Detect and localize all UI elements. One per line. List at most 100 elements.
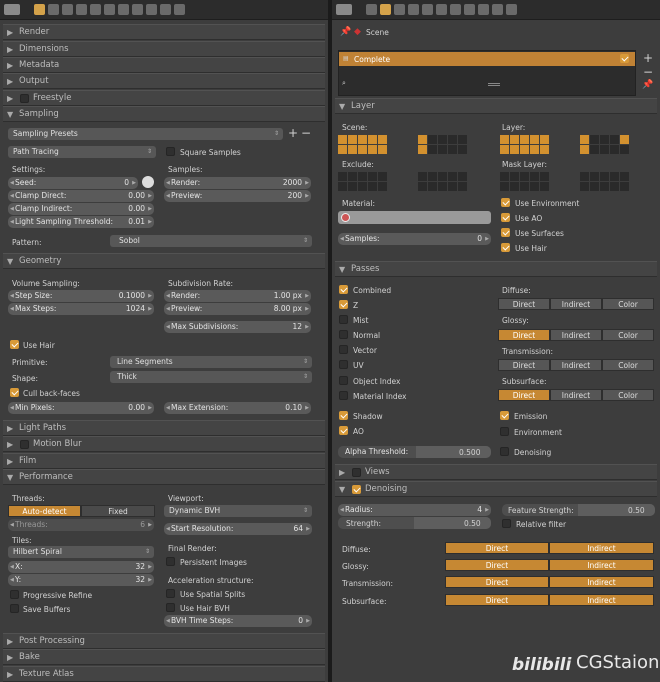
bvh-time-steps-field[interactable]: ◀ BVH Time Steps: 0 ▶ [164, 615, 312, 627]
texture-tab-icon[interactable] [160, 4, 171, 15]
object-tab-icon[interactable] [90, 4, 101, 15]
panel-freestyle[interactable]: ▶ Freestyle [3, 90, 325, 106]
threads-field[interactable]: ◀ Threads: 6 ▶ [8, 519, 154, 531]
render-layer-enable-checkbox[interactable] [620, 54, 629, 63]
panel-dimensions[interactable]: ▶ Dimensions [3, 41, 325, 57]
animate-seed-icon[interactable] [142, 176, 154, 188]
use-environment-checkbox[interactable] [501, 198, 510, 207]
layer-samples-field[interactable]: ◀ Samples: 0 ▶ [338, 233, 491, 245]
add-preset-icon[interactable]: + [288, 126, 298, 140]
layer-layers-grid-a[interactable] [500, 135, 549, 154]
subsurface-indirect-button[interactable]: Indirect [550, 389, 602, 401]
denoise-subsurface-indirect-button[interactable]: Indirect [549, 594, 654, 606]
start-resolution-field[interactable]: ◀ Start Resolution: 64 ▶ [164, 523, 312, 535]
tile-x-field[interactable]: ◀ X: 32 ▶ [8, 561, 154, 573]
primitive-dropdown[interactable]: Line Segments ⇕ [110, 356, 312, 368]
add-layer-icon[interactable]: + [643, 51, 653, 65]
clamp-indirect-field[interactable]: ◀ Clamp Indirect: 0.00 ▶ [8, 203, 154, 215]
panel-passes[interactable]: ▼ Passes [335, 261, 657, 277]
auto-detect-button[interactable]: Auto-detect [8, 505, 81, 517]
progressive-refine-checkbox[interactable] [10, 590, 19, 599]
spatial-splits-checkbox[interactable] [166, 589, 175, 598]
fixed-button[interactable]: Fixed [81, 505, 155, 517]
render-layers-tab-icon[interactable] [380, 4, 391, 15]
render-tab-icon[interactable] [34, 4, 45, 15]
editor-type-icon[interactable] [4, 4, 20, 15]
pattern-dropdown[interactable]: Sobol ⇕ [110, 235, 312, 247]
subsurface-color-button[interactable]: Color [602, 389, 654, 401]
use-surfaces-checkbox[interactable] [501, 228, 510, 237]
remove-layer-icon[interactable]: − [643, 65, 653, 79]
relative-filter-checkbox[interactable] [502, 519, 511, 528]
diffuse-indirect-button[interactable]: Indirect [550, 298, 602, 310]
pin-icon[interactable]: 📌 [340, 27, 351, 37]
panel-render[interactable]: ▶ Render [3, 24, 325, 40]
glossy-indirect-button[interactable]: Indirect [550, 329, 602, 341]
light-threshold-field[interactable]: ◀ Light Sampling Threshold: 0.01 ▶ [8, 216, 154, 228]
texture-tab-icon[interactable] [492, 4, 503, 15]
panel-texture-atlas[interactable]: ▶ Texture Atlas [3, 666, 325, 682]
material-tab-icon[interactable] [478, 4, 489, 15]
use-hair-layer-checkbox[interactable] [501, 243, 510, 252]
transmission-color-button[interactable]: Color [602, 359, 654, 371]
diffuse-color-button[interactable]: Color [602, 298, 654, 310]
subsurface-direct-button[interactable]: Direct [498, 389, 550, 401]
glossy-color-button[interactable]: Color [602, 329, 654, 341]
denoise-glossy-indirect-button[interactable]: Indirect [549, 559, 654, 571]
diffuse-direct-button[interactable]: Direct [498, 298, 550, 310]
max-extension-field[interactable]: ◀ Max Extension: 0.10 ▶ [164, 402, 311, 414]
tile-y-field[interactable]: ◀ Y: 32 ▶ [8, 574, 154, 586]
render-samples-field[interactable]: ◀ Render: 2000 ▶ [164, 177, 311, 189]
panel-motion-blur[interactable]: ▶ Motion Blur [3, 436, 325, 452]
constraints-tab-icon[interactable] [104, 4, 115, 15]
max-subdivisions-field[interactable]: ◀ Max Subdivisions: 12 ▶ [164, 321, 311, 333]
denoise-diffuse-indirect-button[interactable]: Indirect [549, 542, 654, 554]
tile-order-dropdown[interactable]: Hilbert Spiral ⇕ [8, 546, 154, 558]
panel-output[interactable]: ▶ Output [3, 73, 325, 89]
scene-tab-icon[interactable] [394, 4, 405, 15]
motion-blur-checkbox[interactable] [20, 440, 29, 449]
panel-light-paths[interactable]: ▶ Light Paths [3, 420, 325, 436]
environment-pass-checkbox[interactable] [500, 427, 509, 436]
radius-field[interactable]: ◀ Radius: 4 ▶ [338, 504, 491, 516]
panel-views[interactable]: ▶ Views [335, 464, 657, 480]
scene-layers-grid-a[interactable] [338, 135, 387, 154]
panel-denoising[interactable]: ▼ Denoising [335, 481, 657, 497]
render-tab-icon[interactable] [366, 4, 377, 15]
panel-performance[interactable]: ▼ Performance [3, 469, 325, 485]
sampling-presets-dropdown[interactable]: Sampling Presets ⇕ [8, 128, 283, 140]
remove-preset-icon[interactable]: − [301, 126, 311, 140]
subdiv-preview-field[interactable]: ◀ Preview: 8.00 px ▶ [164, 303, 311, 315]
views-checkbox[interactable] [352, 468, 361, 477]
freestyle-checkbox[interactable] [20, 94, 29, 103]
search-icon[interactable]: ⌕ [342, 79, 346, 88]
denoise-transmission-direct-button[interactable]: Direct [445, 576, 549, 588]
uv-pass-checkbox[interactable] [339, 360, 348, 369]
denoise-transmission-indirect-button[interactable]: Indirect [549, 576, 654, 588]
panel-post-processing[interactable]: ▶ Post Processing [3, 633, 325, 649]
clamp-direct-field[interactable]: ◀ Clamp Direct: 0.00 ▶ [8, 190, 154, 202]
data-tab-icon[interactable] [464, 4, 475, 15]
use-ao-checkbox[interactable] [501, 213, 510, 222]
subdiv-render-field[interactable]: ◀ Render: 1.00 px ▶ [164, 290, 311, 302]
modifiers-tab-icon[interactable] [118, 4, 129, 15]
ao-pass-checkbox[interactable] [339, 426, 348, 435]
mask-layers-grid-b[interactable] [580, 172, 629, 191]
transmission-direct-button[interactable]: Direct [498, 359, 550, 371]
panel-film[interactable]: ▶ Film [3, 453, 325, 469]
denoise-glossy-direct-button[interactable]: Direct [445, 559, 549, 571]
bvh-dropdown[interactable]: Dynamic BVH ⇕ [164, 505, 312, 517]
preview-samples-field[interactable]: ◀ Preview: 200 ▶ [164, 190, 311, 202]
data-tab-icon[interactable] [132, 4, 143, 15]
seed-field[interactable]: ◀ Seed: 0 ▶ [8, 177, 138, 189]
resize-grip-icon[interactable] [488, 83, 500, 84]
panel-sampling[interactable]: ▼ Sampling [3, 106, 325, 122]
max-steps-field[interactable]: ◀ Max Steps: 1024 ▶ [8, 303, 154, 315]
denoising-pass-checkbox[interactable] [500, 447, 509, 456]
world-tab-icon[interactable] [408, 4, 419, 15]
exclude-layers-grid-b[interactable] [418, 172, 467, 191]
shape-dropdown[interactable]: Thick ⇕ [110, 371, 312, 383]
render-layers-tab-icon[interactable] [48, 4, 59, 15]
emission-pass-checkbox[interactable] [500, 411, 509, 420]
material-index-checkbox[interactable] [339, 391, 348, 400]
